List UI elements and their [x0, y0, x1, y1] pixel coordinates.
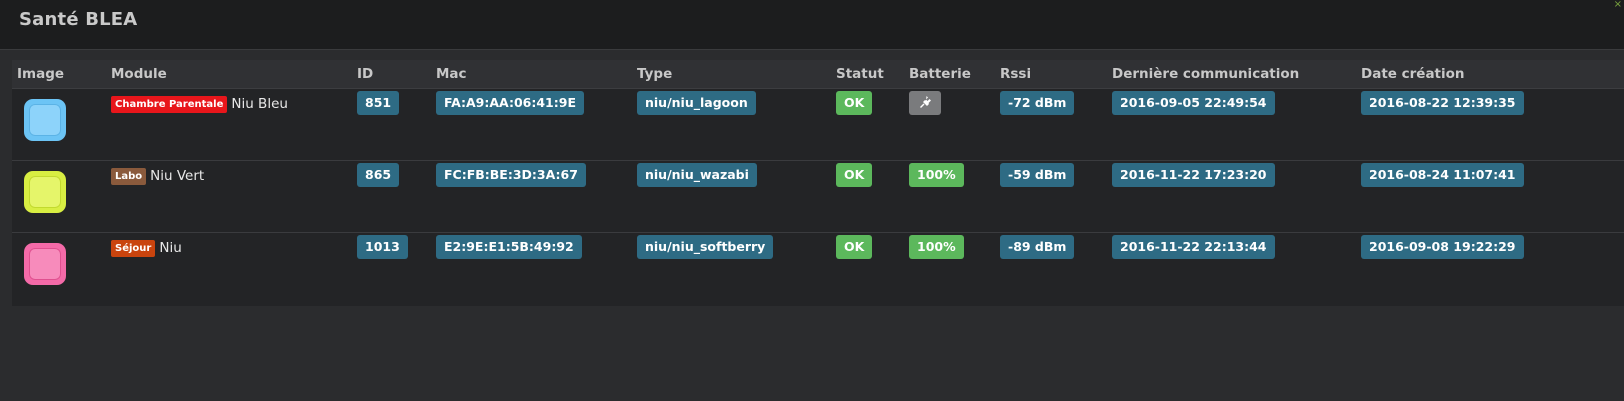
module-cell[interactable]: Chambre Parentale Niu Bleu	[111, 96, 288, 113]
niu-device-icon	[24, 99, 66, 141]
object-badge: Chambre Parentale	[111, 96, 228, 113]
object-badge: Séjour	[111, 240, 156, 257]
id-badge: 865	[357, 163, 400, 187]
last-communication-badge: 2016-09-05 22:49:54	[1112, 91, 1275, 115]
modal-header: Santé BLEA ×	[0, 0, 1624, 50]
module-cell[interactable]: Séjour Niu	[111, 240, 182, 257]
last-communication-badge: 2016-11-22 22:13:44	[1112, 235, 1275, 259]
type-badge: niu/niu_softberry	[637, 235, 774, 259]
object-badge: Labo	[111, 168, 147, 185]
column-header-rssi[interactable]: Rssi	[1000, 66, 1031, 82]
mac-badge: E2:9E:E1:5B:49:92	[436, 235, 582, 259]
column-header-type[interactable]: Type	[637, 66, 672, 82]
type-badge: niu/niu_lagoon	[637, 91, 756, 115]
last-communication-badge: 2016-11-22 17:23:20	[1112, 163, 1275, 187]
niu-device-icon	[24, 243, 66, 285]
status-badge: OK	[836, 163, 873, 187]
module-cell[interactable]: Labo Niu Vert	[111, 168, 204, 185]
battery-badge	[909, 91, 941, 115]
id-badge: 1013	[357, 235, 408, 259]
id-badge: 851	[357, 91, 400, 115]
mac-badge: FA:A9:AA:06:41:9E	[436, 91, 584, 115]
creation-date-badge: 2016-09-08 19:22:29	[1361, 235, 1524, 259]
mac-badge: FC:FB:BE:3D:3A:67	[436, 163, 586, 187]
column-header-statut[interactable]: Statut	[836, 66, 884, 82]
page-title: Santé BLEA	[19, 9, 138, 30]
table-row: Séjour Niu 1013 E2:9E:E1:5B:49:92 niu/niu…	[12, 232, 1624, 304]
status-badge: OK	[836, 235, 873, 259]
column-header-batterie[interactable]: Batterie	[909, 66, 971, 82]
column-header-module[interactable]: Module	[111, 66, 167, 82]
column-header-image[interactable]: Image	[17, 66, 64, 82]
type-badge: niu/niu_wazabi	[637, 163, 757, 187]
close-icon[interactable]: ×	[1614, 0, 1622, 10]
column-header-last-communication[interactable]: Dernière communication	[1112, 66, 1299, 82]
creation-date-badge: 2016-08-24 11:07:41	[1361, 163, 1524, 187]
column-header-creation-date[interactable]: Date création	[1361, 66, 1465, 82]
battery-badge: 100%	[909, 235, 964, 259]
module-name[interactable]: Niu	[159, 240, 181, 256]
table-row: Labo Niu Vert 865 FC:FB:BE:3D:3A:67 niu/n…	[12, 160, 1624, 233]
rssi-badge: -59 dBm	[1000, 163, 1075, 187]
niu-device-icon	[24, 171, 66, 213]
rssi-badge: -89 dBm	[1000, 235, 1075, 259]
creation-date-badge: 2016-08-22 12:39:35	[1361, 91, 1524, 115]
table-header: Image Module ID Mac Type Statut Batterie…	[12, 60, 1624, 89]
health-table: Image Module ID Mac Type Statut Batterie…	[12, 60, 1624, 306]
table-row: Chambre Parentale Niu Bleu 851 FA:A9:AA:0…	[12, 88, 1624, 161]
plug-icon	[920, 96, 931, 108]
rssi-badge: -72 dBm	[1000, 91, 1075, 115]
module-name[interactable]: Niu Bleu	[231, 96, 288, 112]
module-name[interactable]: Niu Vert	[150, 168, 204, 184]
status-badge: OK	[836, 91, 873, 115]
battery-badge: 100%	[909, 163, 964, 187]
column-header-mac[interactable]: Mac	[436, 66, 467, 82]
column-header-id[interactable]: ID	[357, 66, 373, 82]
